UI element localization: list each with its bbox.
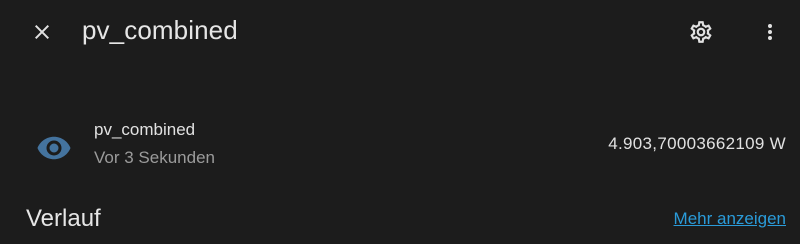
entity-name: pv_combined xyxy=(94,120,196,139)
close-icon xyxy=(35,25,49,39)
history-heading: Verlauf xyxy=(26,205,101,232)
close-button[interactable] xyxy=(22,12,62,52)
more-options-button[interactable] xyxy=(750,12,790,52)
settings-button[interactable] xyxy=(681,12,721,52)
show-more-link[interactable]: Mehr anzeigen xyxy=(674,208,786,230)
more-info-dialog: pv_combined pv_combined Vor 3 Sekunden 4… xyxy=(0,0,800,244)
gear-icon xyxy=(690,21,712,43)
entity-row: pv_combined Vor 3 Sekunden 4.903,7000366… xyxy=(0,112,800,176)
eye-icon xyxy=(37,136,71,160)
entity-state-value: 4.903,70003662109 W xyxy=(608,134,786,153)
entity-last-changed: Vor 3 Sekunden xyxy=(94,148,215,167)
dialog-header: pv_combined xyxy=(0,0,800,64)
more-vertical-icon xyxy=(768,24,772,40)
entity-state-icon xyxy=(34,128,74,168)
dialog-title: pv_combined xyxy=(82,15,238,45)
